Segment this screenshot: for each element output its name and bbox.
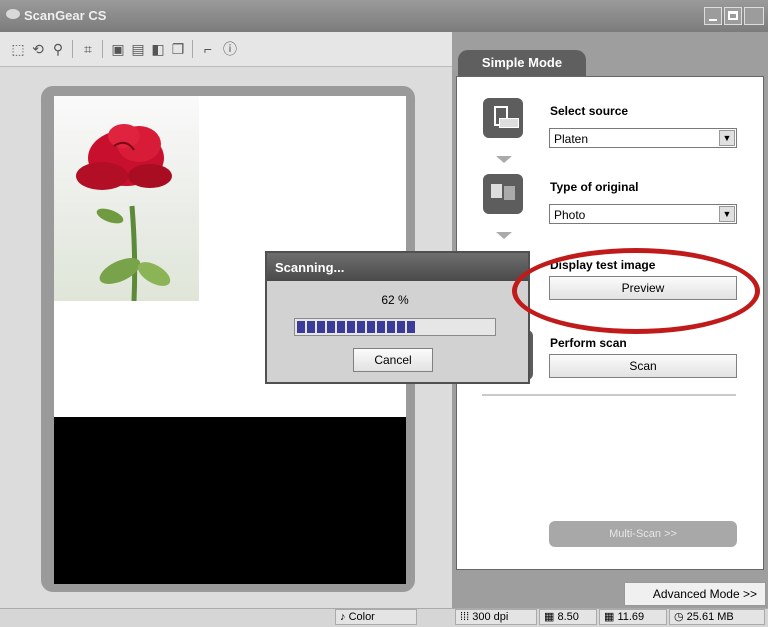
rose-photo (76, 124, 172, 302)
multi-scan-button[interactable]: Multi-Scan >> (549, 521, 737, 547)
original-type-value: Photo (554, 208, 586, 222)
auto-crop-icon[interactable]: ▤ (130, 41, 146, 57)
source-select[interactable]: Platen ▼ (549, 128, 737, 148)
resolution-icon: ⁞⁞⁞ (460, 611, 473, 623)
resolution-value: 300 dpi (472, 611, 509, 623)
color-mode-icon: ♪ (340, 611, 349, 623)
chevron-down-icon[interactable]: ▼ (719, 206, 735, 222)
source-select-value: Platen (554, 132, 589, 146)
progress-segment (317, 321, 325, 333)
chevron-down-icon[interactable]: ▼ (719, 130, 735, 146)
mirror-icon[interactable]: ⌐ (200, 41, 216, 57)
cancel-button[interactable]: Cancel (353, 348, 433, 372)
progress-segment (337, 321, 345, 333)
preview-image[interactable] (54, 96, 199, 302)
document-icon (504, 186, 515, 200)
original-type-select[interactable]: Photo ▼ (549, 204, 737, 224)
color-icon[interactable]: ◧ (150, 41, 166, 57)
toolbar-divider (192, 40, 193, 58)
type-of-original-label: Type of original (550, 180, 639, 194)
maximize-button[interactable] (724, 7, 742, 25)
rotate-icon[interactable]: ⟲ (30, 41, 46, 57)
color-mode-value: Color (348, 611, 375, 623)
progress-segment (377, 321, 385, 333)
highlight-circle (512, 248, 760, 334)
scangear-window: ScanGear CS ⬚ ⟲ ⚲ ⌗ ▣ ▤ ◧ ❐ ⌐ ⓘ Simple M… (0, 0, 768, 627)
select-source-label: Select source (550, 104, 629, 118)
height-value: 11.69 (617, 611, 645, 623)
file-size-value: 25.61 MB (686, 611, 734, 623)
progress-segment (297, 321, 305, 333)
tab-simple-mode[interactable]: Simple Mode (458, 50, 586, 76)
toolbar-divider (72, 40, 73, 58)
scan-button[interactable]: Scan (549, 354, 737, 378)
progress-segment (407, 321, 415, 333)
zoom-icon[interactable]: ⚲ (50, 41, 66, 57)
source-step-icon (483, 98, 523, 138)
step-arrow-icon (496, 156, 512, 163)
width-status: ▦ 8.50 (539, 609, 597, 625)
thumbnail-icon[interactable]: ▣ (110, 41, 126, 57)
progress-fill (297, 321, 417, 333)
maximize-icon (728, 11, 738, 20)
crop-icon[interactable]: ⌗ (80, 41, 96, 57)
progress-segment (307, 321, 315, 333)
close-button[interactable] (744, 7, 764, 25)
file-size-icon: ◷ (674, 611, 687, 623)
unscanned-area (54, 417, 406, 584)
info-icon[interactable]: ⓘ (222, 41, 238, 57)
progress-segment (327, 321, 335, 333)
copy-icon[interactable]: ❐ (170, 41, 186, 57)
marquee-icon[interactable]: ⬚ (10, 41, 26, 57)
original-step-icon (483, 174, 523, 214)
progress-percent: 62 % (381, 293, 409, 307)
title-bar: ScanGear CS (0, 0, 768, 32)
file-size-status: ◷ 25.61 MB (669, 609, 765, 625)
color-mode-status: ♪ Color (335, 609, 417, 625)
progress-segment (387, 321, 395, 333)
resolution-status: ⁞⁞⁞ 300 dpi (455, 609, 537, 625)
progress-segment (347, 321, 355, 333)
scanner-tray-icon (499, 118, 519, 128)
preview-toolbar: ⬚ ⟲ ⚲ ⌗ ▣ ▤ ◧ ❐ ⌐ ⓘ (0, 32, 452, 67)
advanced-mode-button[interactable]: Advanced Mode >> (624, 582, 766, 606)
scanning-dialog-title: Scanning... (275, 260, 345, 275)
app-icon (6, 9, 20, 19)
progress-segment (367, 321, 375, 333)
height-icon: ▦ (604, 611, 618, 623)
scanning-dialog-title-bar: Scanning... (267, 253, 528, 281)
step-arrow-icon (496, 232, 512, 239)
width-value: 8.50 (557, 611, 579, 623)
photo-icon (491, 184, 502, 198)
progress-segment (357, 321, 365, 333)
toolbar-divider (102, 40, 103, 58)
progress-segment (397, 321, 405, 333)
scan-progress-bar (294, 318, 496, 336)
window-title: ScanGear CS (24, 8, 107, 23)
panel-divider (482, 394, 736, 396)
height-status: ▦ 11.69 (599, 609, 667, 625)
width-icon: ▦ (544, 611, 558, 623)
minimize-button[interactable] (704, 7, 722, 25)
perform-scan-label: Perform scan (550, 336, 627, 350)
minimize-icon (709, 19, 717, 21)
